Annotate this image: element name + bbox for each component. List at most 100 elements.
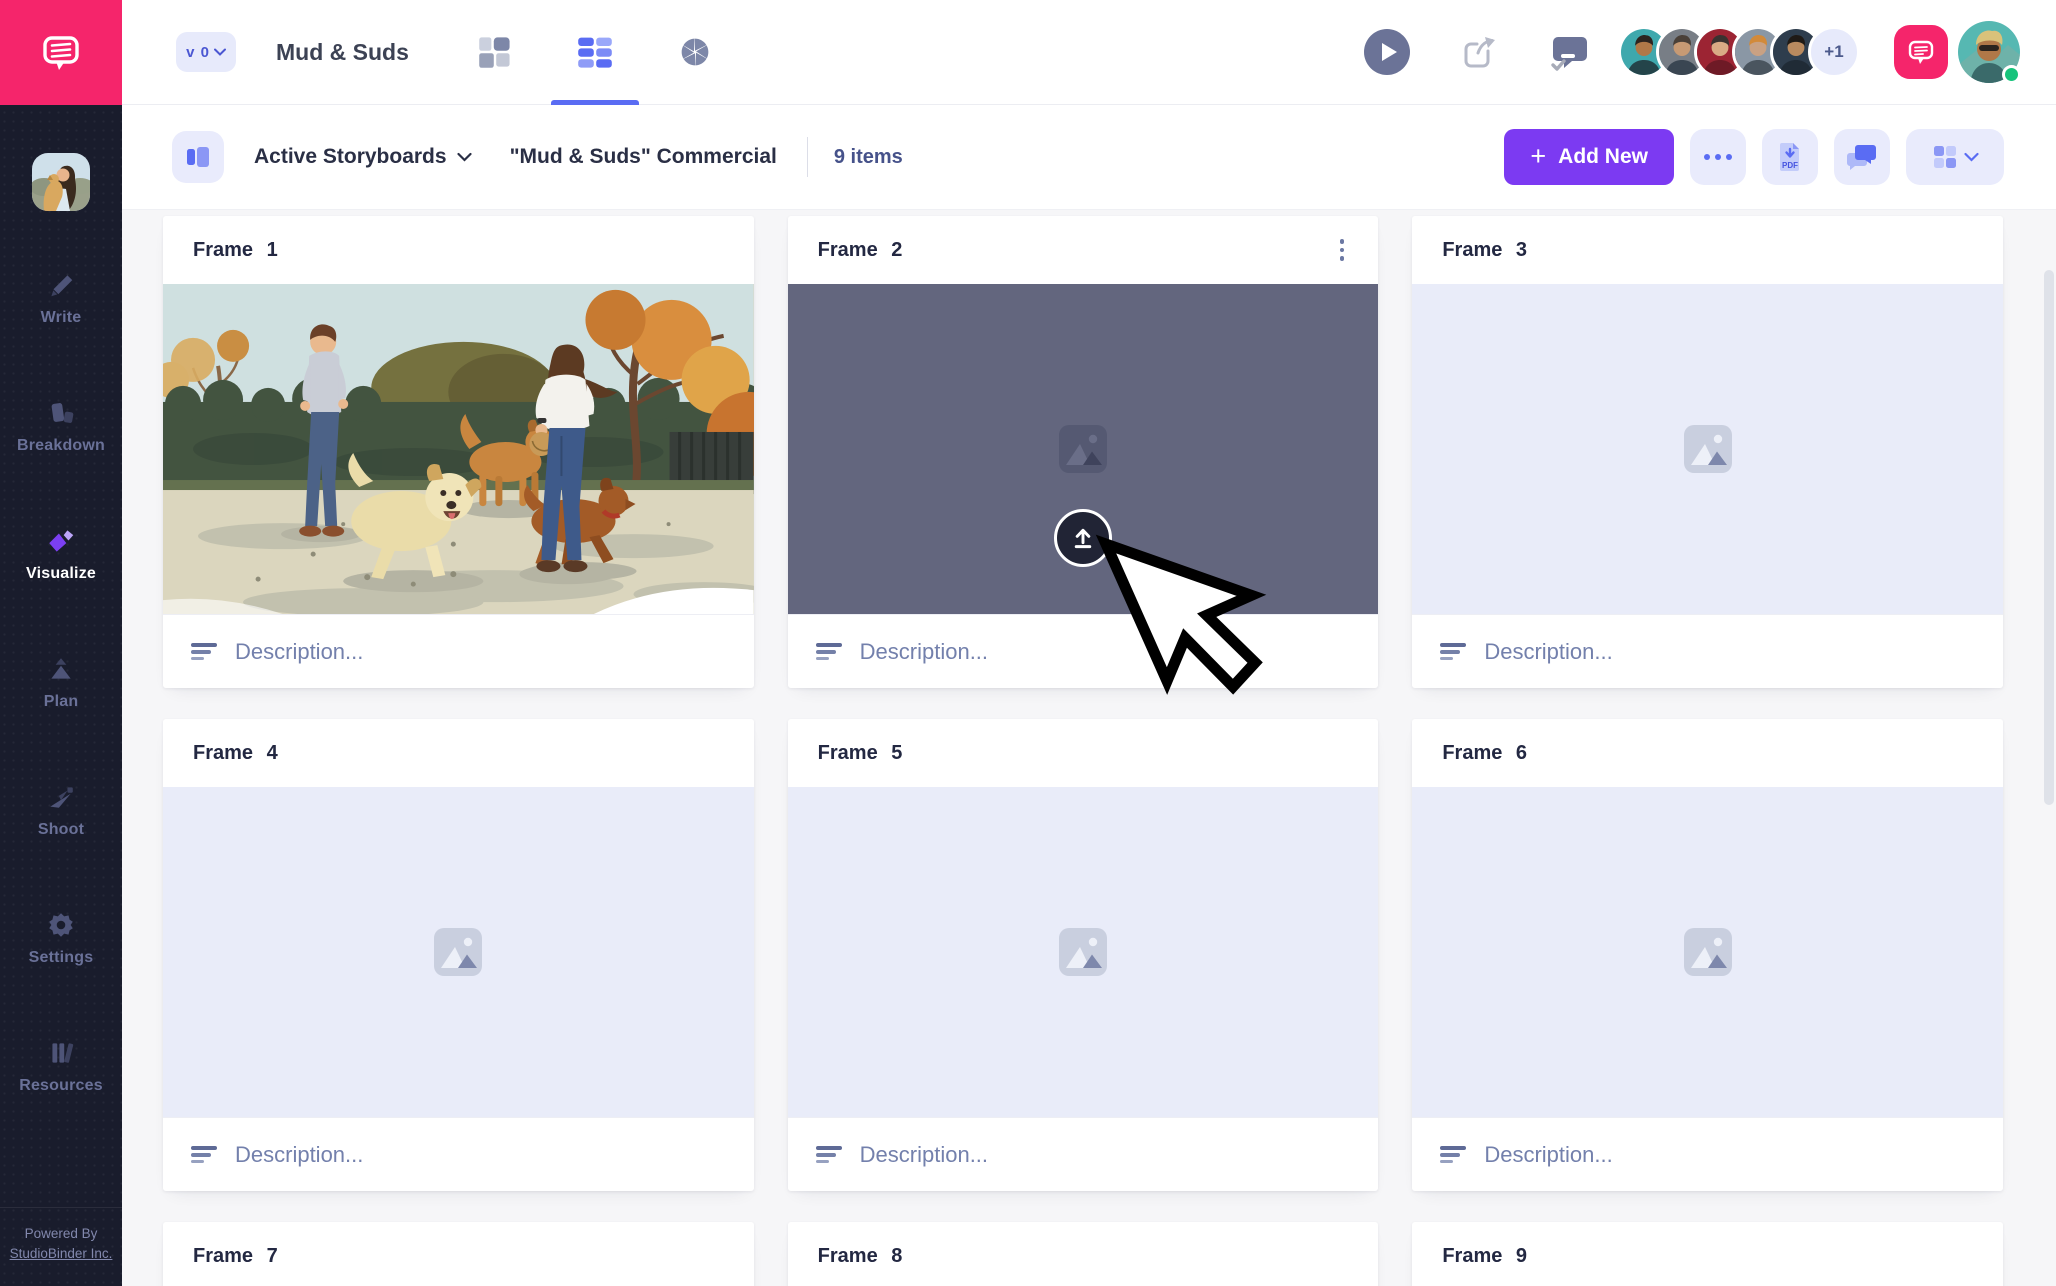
write-icon [46, 269, 76, 301]
avatar-overflow-badge[interactable]: +1 [1808, 26, 1860, 78]
description-lines-icon [191, 643, 217, 661]
storyboard-frame-card: Frame 8 Description... [788, 1222, 1379, 1286]
frame-image-area[interactable] [788, 284, 1379, 614]
storyboard-frame-card: Frame 5 Description... [788, 719, 1379, 1191]
toggle-side-panel-button[interactable] [172, 131, 224, 183]
tab-shots-view[interactable] [645, 0, 745, 105]
resources-icon [46, 1037, 76, 1069]
download-pdf-button[interactable]: PDF [1762, 129, 1818, 185]
add-new-button[interactable]: + Add New [1504, 129, 1674, 185]
description-lines-icon [191, 1146, 217, 1164]
vertical-scrollbar-thumb[interactable] [2044, 270, 2054, 805]
frame-image-area[interactable] [1412, 787, 2003, 1117]
plan-icon [46, 653, 76, 685]
project-thumbnail-image [32, 153, 90, 211]
frame-description-field[interactable]: Description... [163, 614, 754, 688]
storyboard-frame-card: Frame 7 Description... [163, 1222, 754, 1286]
add-new-label: Add New [1558, 145, 1648, 169]
view-tabs [445, 0, 745, 105]
image-placeholder-icon [1680, 421, 1736, 477]
frame-card-header: Frame 8 [788, 1222, 1379, 1286]
svg-text:PDF: PDF [1782, 161, 1798, 170]
frame-description-field[interactable]: Description... [788, 1117, 1379, 1191]
frame-title: Frame 1 [193, 239, 278, 262]
chat-bubble-icon [1905, 36, 1937, 68]
description-placeholder: Description... [235, 1142, 363, 1168]
play-presentation-button[interactable] [1364, 29, 1410, 75]
sidebar-item-plan[interactable]: Plan [0, 653, 122, 711]
project-title: Mud & Suds [276, 39, 409, 66]
toolbar-actions: + Add New PDF [1504, 129, 2004, 185]
sidebar-item-breakdown[interactable]: Breakdown [0, 397, 122, 455]
frame-image-area[interactable] [788, 787, 1379, 1117]
frame-title: Frame 8 [818, 1245, 903, 1268]
storyboard-frame-card: Frame 4 Description... [163, 719, 754, 1191]
sidebar-item-shoot[interactable]: Shoot [0, 781, 122, 839]
grid-view-icon [577, 35, 613, 69]
storyboard-frame-card: Frame 3 Description... [1412, 216, 2003, 688]
description-placeholder: Description... [860, 639, 988, 665]
upload-image-button[interactable] [1054, 509, 1112, 567]
main-area: v 0 Mud & Suds [122, 0, 2056, 1286]
pdf-download-icon: PDF [1776, 142, 1804, 172]
comments-button[interactable] [1546, 29, 1592, 75]
image-placeholder-icon [1055, 421, 1111, 477]
description-lines-icon [816, 1146, 842, 1164]
image-placeholder-icon [1055, 924, 1111, 980]
storyboard-frames-grid: Frame 1 [122, 210, 2056, 1286]
frame-description-field[interactable]: Description... [163, 1117, 754, 1191]
share-button[interactable] [1458, 31, 1500, 73]
frame-title: Frame 7 [193, 1245, 278, 1268]
sidebar-item-resources[interactable]: Resources [0, 1037, 122, 1095]
app-window: Write Breakdown Visualize Plan Shoot Settings… [0, 0, 2056, 1286]
aperture-icon [678, 35, 712, 69]
topbar-actions: +1 [1364, 21, 2020, 83]
frame-title: Frame 9 [1442, 1245, 1527, 1268]
frame-card-header: Frame 9 [1412, 1222, 2003, 1286]
play-icon [1364, 29, 1410, 75]
frame-title: Frame 3 [1442, 239, 1527, 262]
tab-storyboard-grid-view[interactable] [545, 0, 645, 105]
more-options-button[interactable] [1690, 129, 1746, 185]
studiobinder-chat-button[interactable] [1894, 25, 1948, 79]
version-label: v 0 [186, 44, 210, 61]
frame-description-field[interactable]: Description... [788, 614, 1379, 688]
frame-image-area[interactable] [1412, 284, 2003, 614]
studiobinder-logo[interactable] [0, 0, 122, 105]
layout-size-selector[interactable] [1906, 129, 2004, 185]
share-export-icon [1458, 31, 1500, 73]
user-avatar[interactable] [1958, 21, 2020, 83]
frame-description-field[interactable]: Description... [1412, 1117, 2003, 1191]
description-lines-icon [816, 643, 842, 661]
studiobinder-link[interactable]: StudioBinder Inc. [6, 1244, 116, 1264]
storyboard-frame-card: Frame 2 Description... [788, 216, 1379, 688]
panel-layout-icon [185, 144, 211, 170]
description-lines-icon [1440, 643, 1466, 661]
chevron-down-icon [1964, 152, 1979, 162]
description-placeholder: Description... [1484, 1142, 1612, 1168]
sidebar-item-write[interactable]: Write [0, 269, 122, 327]
project-thumbnail[interactable] [32, 153, 90, 211]
version-dropdown[interactable]: v 0 [176, 32, 236, 72]
sidebar: Write Breakdown Visualize Plan Shoot Settings… [0, 0, 122, 1286]
frame-card-header: Frame 3 [1412, 216, 2003, 284]
sidebar-item-settings[interactable]: Settings [0, 909, 122, 967]
frame-title: Frame 4 [193, 742, 278, 765]
storyboard-filter-dropdown[interactable]: Active Storyboards [246, 135, 480, 179]
board-title: "Mud & Suds" Commercial [510, 145, 777, 169]
chevron-down-icon [457, 152, 472, 162]
breakdown-icon [46, 397, 76, 429]
frame-card-header: Frame 2 [788, 216, 1379, 284]
tab-script-view[interactable] [445, 0, 545, 105]
frame-image-area[interactable] [163, 787, 754, 1117]
plus-icon: + [1530, 143, 1546, 170]
double-chat-icon [1847, 143, 1877, 171]
sidebar-item-visualize[interactable]: Visualize [0, 525, 122, 583]
description-placeholder: Description... [235, 639, 363, 665]
mosaic-view-icon [478, 35, 512, 69]
board-comments-button[interactable] [1834, 129, 1890, 185]
online-status-dot [2002, 65, 2021, 84]
frame-image-area[interactable] [163, 284, 754, 614]
frame-kebab-menu-icon[interactable] [1336, 235, 1349, 265]
frame-description-field[interactable]: Description... [1412, 614, 2003, 688]
